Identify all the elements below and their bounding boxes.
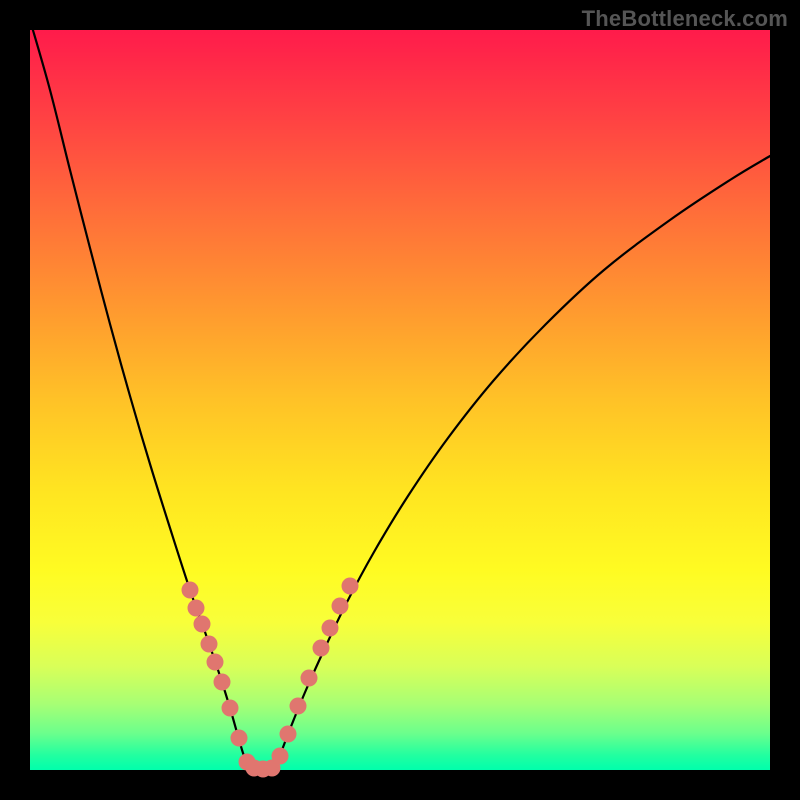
data-marker xyxy=(342,578,359,595)
data-marker xyxy=(214,674,231,691)
data-marker xyxy=(280,726,297,743)
chart-overlay xyxy=(30,30,770,770)
curve-right-branch xyxy=(275,156,770,770)
data-marker xyxy=(313,640,330,657)
data-marker xyxy=(207,654,224,671)
data-marker xyxy=(290,698,307,715)
data-marker xyxy=(332,598,349,615)
data-marker xyxy=(188,600,205,617)
data-marker xyxy=(201,636,218,653)
watermark-text: TheBottleneck.com xyxy=(582,6,788,32)
data-marker xyxy=(222,700,239,717)
data-marker xyxy=(231,730,248,747)
data-marker xyxy=(182,582,199,599)
marker-group xyxy=(182,578,359,778)
data-marker xyxy=(272,748,289,765)
data-marker xyxy=(322,620,339,637)
data-marker xyxy=(194,616,211,633)
data-marker xyxy=(301,670,318,687)
